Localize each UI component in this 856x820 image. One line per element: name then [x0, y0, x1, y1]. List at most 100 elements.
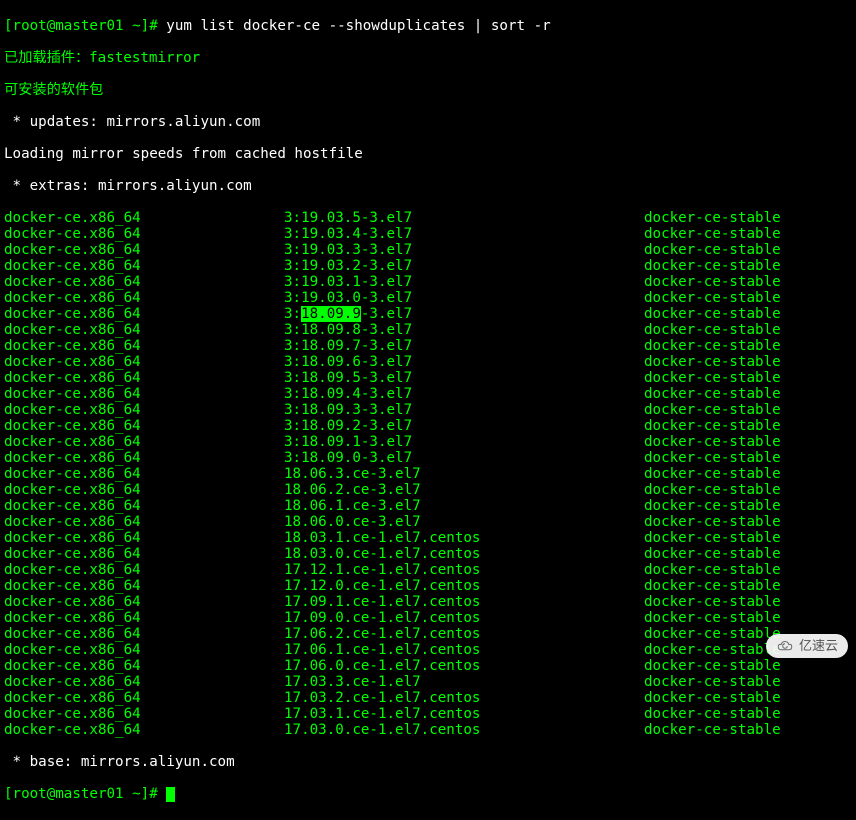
package-version: 17.09.0.ce-1.el7.centos — [284, 610, 644, 626]
package-version: 3:19.03.1-3.el7 — [284, 274, 644, 290]
package-version: 3:18.09.3-3.el7 — [284, 402, 644, 418]
package-row: docker-ce.x86_643:18.09.1-3.el7docker-ce… — [4, 434, 852, 450]
package-row: docker-ce.x86_643:18.09.3-3.el7docker-ce… — [4, 402, 852, 418]
package-name: docker-ce.x86_64 — [4, 626, 284, 642]
package-row: docker-ce.x86_6417.03.0.ce-1.el7.centosd… — [4, 722, 852, 738]
package-name: docker-ce.x86_64 — [4, 690, 284, 706]
package-version: 18.06.1.ce-3.el7 — [284, 498, 644, 514]
package-version: 3:18.09.0-3.el7 — [284, 450, 644, 466]
package-repo: docker-ce-stable — [644, 546, 781, 562]
package-name: docker-ce.x86_64 — [4, 530, 284, 546]
package-name: docker-ce.x86_64 — [4, 610, 284, 626]
package-version: 17.12.1.ce-1.el7.centos — [284, 562, 644, 578]
package-version: 3:19.03.3-3.el7 — [284, 242, 644, 258]
plugins-line: 已加载插件：fastestmirror — [4, 50, 852, 66]
package-version: 3:18.09.1-3.el7 — [284, 434, 644, 450]
package-row: docker-ce.x86_643:18.09.2-3.el7docker-ce… — [4, 418, 852, 434]
package-name: docker-ce.x86_64 — [4, 674, 284, 690]
package-name: docker-ce.x86_64 — [4, 434, 284, 450]
cloud-icon — [776, 639, 794, 653]
package-name: docker-ce.x86_64 — [4, 290, 284, 306]
watermark-badge: 亿速云 — [766, 634, 848, 658]
package-row: docker-ce.x86_6417.12.1.ce-1.el7.centosd… — [4, 562, 852, 578]
package-row: docker-ce.x86_6417.09.0.ce-1.el7.centosd… — [4, 610, 852, 626]
package-name: docker-ce.x86_64 — [4, 466, 284, 482]
package-row: docker-ce.x86_6418.03.1.ce-1.el7.centosd… — [4, 530, 852, 546]
package-name: docker-ce.x86_64 — [4, 562, 284, 578]
prompt-line-2: [root@master01 ~]# — [4, 786, 852, 802]
package-name: docker-ce.x86_64 — [4, 322, 284, 338]
package-version: 17.12.0.ce-1.el7.centos — [284, 578, 644, 594]
package-repo: docker-ce-stable — [644, 514, 781, 530]
package-name: docker-ce.x86_64 — [4, 722, 284, 738]
package-name: docker-ce.x86_64 — [4, 450, 284, 466]
package-repo: docker-ce-stable — [644, 354, 781, 370]
package-version: 3:18.09.8-3.el7 — [284, 322, 644, 338]
prompt-prefix: [root@master01 ~]# — [4, 786, 158, 802]
package-version: 3:18.09.2-3.el7 — [284, 418, 644, 434]
package-name: docker-ce.x86_64 — [4, 658, 284, 674]
package-row: docker-ce.x86_643:19.03.1-3.el7docker-ce… — [4, 274, 852, 290]
package-version: 18.03.1.ce-1.el7.centos — [284, 530, 644, 546]
terminal-output[interactable]: [root@master01 ~]# yum list docker-ce --… — [0, 0, 856, 820]
package-row: docker-ce.x86_6418.06.0.ce-3.el7docker-c… — [4, 514, 852, 530]
package-row: docker-ce.x86_6417.06.1.ce-1.el7.centosd… — [4, 642, 852, 658]
package-repo: docker-ce-stable — [644, 226, 781, 242]
package-name: docker-ce.x86_64 — [4, 306, 284, 322]
package-name: docker-ce.x86_64 — [4, 418, 284, 434]
package-repo: docker-ce-stable — [644, 722, 781, 738]
prompt-prefix: [root@master01 ~]# — [4, 18, 158, 34]
package-row: docker-ce.x86_6417.03.1.ce-1.el7.centosd… — [4, 706, 852, 722]
package-repo: docker-ce-stable — [644, 210, 781, 226]
package-row: docker-ce.x86_643:18.09.0-3.el7docker-ce… — [4, 450, 852, 466]
package-version: 18.06.0.ce-3.el7 — [284, 514, 644, 530]
extras-mirror: * extras: mirrors.aliyun.com — [4, 178, 852, 194]
package-version: 17.09.1.ce-1.el7.centos — [284, 594, 644, 610]
package-version: 3:18.09.5-3.el7 — [284, 370, 644, 386]
package-version: 3:19.03.0-3.el7 — [284, 290, 644, 306]
package-repo: docker-ce-stable — [644, 258, 781, 274]
package-version: 18.06.3.ce-3.el7 — [284, 466, 644, 482]
package-repo: docker-ce-stable — [644, 242, 781, 258]
prompt-line: [root@master01 ~]# yum list docker-ce --… — [4, 18, 852, 34]
package-version: 17.06.2.ce-1.el7.centos — [284, 626, 644, 642]
package-row: docker-ce.x86_6418.06.1.ce-3.el7docker-c… — [4, 498, 852, 514]
package-version: 3:18.09.9-3.el7 — [284, 306, 644, 322]
package-version: 18.03.0.ce-1.el7.centos — [284, 546, 644, 562]
package-version: 3:18.09.6-3.el7 — [284, 354, 644, 370]
package-repo: docker-ce-stable — [644, 450, 781, 466]
package-version: 17.06.0.ce-1.el7.centos — [284, 658, 644, 674]
package-repo: docker-ce-stable — [644, 290, 781, 306]
package-name: docker-ce.x86_64 — [4, 706, 284, 722]
package-repo: docker-ce-stable — [644, 674, 781, 690]
package-row: docker-ce.x86_643:19.03.5-3.el7docker-ce… — [4, 210, 852, 226]
package-name: docker-ce.x86_64 — [4, 386, 284, 402]
package-repo: docker-ce-stable — [644, 418, 781, 434]
package-list: docker-ce.x86_643:19.03.5-3.el7docker-ce… — [4, 210, 852, 738]
package-repo: docker-ce-stable — [644, 562, 781, 578]
package-name: docker-ce.x86_64 — [4, 338, 284, 354]
package-row: docker-ce.x86_643:19.03.4-3.el7docker-ce… — [4, 226, 852, 242]
package-name: docker-ce.x86_64 — [4, 354, 284, 370]
package-name: docker-ce.x86_64 — [4, 642, 284, 658]
package-row: docker-ce.x86_6417.06.2.ce-1.el7.centosd… — [4, 626, 852, 642]
package-repo: docker-ce-stable — [644, 322, 781, 338]
cursor-icon — [166, 787, 175, 802]
package-repo: docker-ce-stable — [644, 370, 781, 386]
package-row: docker-ce.x86_643:18.09.4-3.el7docker-ce… — [4, 386, 852, 402]
package-name: docker-ce.x86_64 — [4, 274, 284, 290]
package-row: docker-ce.x86_6417.06.0.ce-1.el7.centosd… — [4, 658, 852, 674]
package-repo: docker-ce-stable — [644, 338, 781, 354]
package-name: docker-ce.x86_64 — [4, 242, 284, 258]
package-repo: docker-ce-stable — [644, 530, 781, 546]
package-repo: docker-ce-stable — [644, 274, 781, 290]
package-version: 3:19.03.4-3.el7 — [284, 226, 644, 242]
package-row: docker-ce.x86_6417.12.0.ce-1.el7.centosd… — [4, 578, 852, 594]
package-name: docker-ce.x86_64 — [4, 226, 284, 242]
package-repo: docker-ce-stable — [644, 642, 781, 658]
package-row: docker-ce.x86_6417.03.3.ce-1.el7docker-c… — [4, 674, 852, 690]
package-version: 17.03.1.ce-1.el7.centos — [284, 706, 644, 722]
package-version: 3:19.03.5-3.el7 — [284, 210, 644, 226]
package-repo: docker-ce-stable — [644, 498, 781, 514]
package-name: docker-ce.x86_64 — [4, 258, 284, 274]
